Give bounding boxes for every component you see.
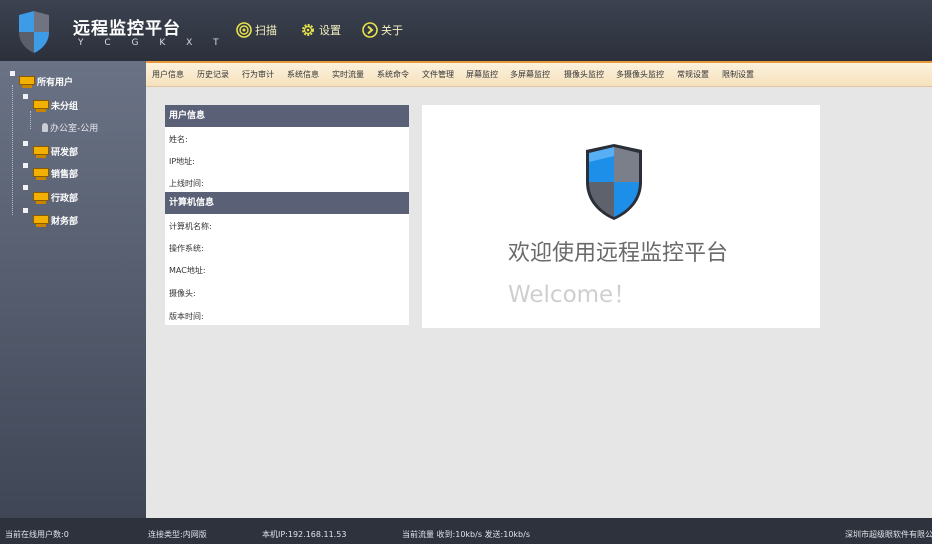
- tree-node-group[interactable]: 财务部: [33, 214, 78, 227]
- tree-expander-icon[interactable]: [10, 71, 15, 76]
- computer-icon: [33, 145, 49, 158]
- computer-icon: [33, 99, 49, 112]
- menu-system-info[interactable]: 系统信息: [287, 69, 319, 80]
- about-label: 关于: [381, 24, 403, 37]
- scan-button[interactable]: 扫描: [236, 21, 277, 39]
- tree-node-label: 行政部: [51, 194, 79, 204]
- shield-logo-icon: [19, 11, 49, 53]
- computer-icon: [33, 167, 49, 180]
- tree-node-label: 未分组: [51, 102, 79, 112]
- ip-field-label: IP地址:: [169, 157, 195, 166]
- company-name: 深圳市超级眼软件有限公司: [845, 530, 932, 539]
- status-bar: 当前在线用户数:0 连接类型:内网版 本机IP:192.168.11.53 当前…: [0, 518, 932, 544]
- menu-restriction-settings[interactable]: 限制设置: [722, 69, 754, 80]
- tree-expander-icon[interactable]: [23, 94, 28, 99]
- current-traffic: 当前流量 收到:10kb/s 发送:10kb/s: [402, 530, 530, 539]
- menu-multi-screen-monitor[interactable]: 多屏幕监控: [510, 69, 550, 80]
- settings-button[interactable]: 设置: [300, 21, 341, 39]
- menu-general-settings[interactable]: 常规设置: [677, 69, 709, 80]
- app-subtitle: Y C G K X T: [78, 38, 228, 48]
- tree-expander-icon[interactable]: [23, 163, 28, 168]
- tree-expander-icon[interactable]: [23, 141, 28, 146]
- local-ip: 本机IP:192.168.11.53: [262, 530, 347, 539]
- tree-expander-icon[interactable]: [23, 185, 28, 190]
- tree-line: [12, 85, 13, 215]
- settings-label: 设置: [319, 24, 341, 37]
- tree-node-all-users[interactable]: 所有用户: [19, 75, 73, 88]
- menu-file-manager[interactable]: 文件管理: [422, 69, 454, 80]
- menu-realtime-traffic[interactable]: 实时流量: [332, 69, 364, 80]
- menu-user-info[interactable]: 用户信息: [152, 69, 184, 80]
- computer-name-field-label: 计算机名称:: [169, 222, 212, 231]
- shield-logo-icon: [586, 144, 642, 220]
- camera-field-label: 摄像头:: [169, 289, 196, 298]
- os-field-label: 操作系统:: [169, 244, 204, 253]
- online-users-count: 当前在线用户数:0: [5, 530, 69, 539]
- tree-node-label: 所有用户: [37, 78, 74, 88]
- menu-multi-camera-monitor[interactable]: 多摄像头监控: [616, 69, 664, 80]
- app-title: 远程监控平台: [73, 19, 181, 39]
- menu-camera-monitor[interactable]: 摄像头监控: [564, 69, 604, 80]
- computer-icon: [33, 214, 49, 227]
- sidebar-tree: 所有用户 未分组 办公室-公用 研发部 销售部 行政部 财务部: [0, 61, 146, 518]
- welcome-english: Welcome！: [508, 282, 637, 308]
- computer-info-header: 计算机信息: [165, 192, 409, 214]
- gear-icon: [302, 24, 314, 36]
- tree-node-label: 销售部: [51, 170, 79, 180]
- tree-expander-icon[interactable]: [23, 208, 28, 213]
- welcome-panel: 欢迎使用远程监控平台 Welcome！: [422, 105, 820, 328]
- tree-node-group[interactable]: 研发部: [33, 145, 78, 158]
- function-menu-bar: 用户信息 历史记录 行为审计 系统信息 实时流量 系统命令 文件管理 屏幕监控 …: [146, 63, 932, 87]
- menu-history[interactable]: 历史记录: [197, 69, 229, 80]
- computer-icon: [19, 75, 35, 88]
- tree-node-label: 办公室-公用: [50, 124, 99, 134]
- menu-behavior-audit[interactable]: 行为审计: [242, 69, 274, 80]
- computer-icon: [33, 191, 49, 204]
- user-info-header: 用户信息: [165, 105, 409, 127]
- online-time-field-label: 上线时间:: [169, 179, 204, 188]
- user-icon: [42, 123, 48, 132]
- name-field-label: 姓名:: [169, 135, 188, 144]
- info-panel: 用户信息 姓名: IP地址: 上线时间: 计算机信息 计算机名称: 操作系统: …: [165, 105, 409, 325]
- tree-node-label: 财务部: [51, 217, 79, 227]
- tree-node-label: 研发部: [51, 148, 79, 158]
- scan-icon: [236, 22, 252, 38]
- tree-line: [30, 111, 31, 129]
- app-header: 远程监控平台 Y C G K X T 扫描 设置 关于: [0, 0, 932, 61]
- tree-node-user[interactable]: 办公室-公用: [42, 121, 98, 134]
- tree-node-group[interactable]: 行政部: [33, 191, 78, 204]
- tree-node-group[interactable]: 销售部: [33, 167, 78, 180]
- menu-screen-monitor[interactable]: 屏幕监控: [466, 69, 498, 80]
- version-time-field-label: 版本时间:: [169, 312, 204, 321]
- welcome-text: 欢迎使用远程监控平台: [508, 241, 729, 266]
- about-button[interactable]: 关于: [362, 21, 403, 39]
- arrow-right-circle-icon: [362, 22, 378, 38]
- tree-node-group[interactable]: 未分组: [33, 99, 78, 112]
- scan-label: 扫描: [255, 24, 277, 37]
- connection-type: 连接类型:内网版: [148, 530, 207, 539]
- menu-system-command[interactable]: 系统命令: [377, 69, 409, 80]
- mac-field-label: MAC地址:: [169, 266, 206, 275]
